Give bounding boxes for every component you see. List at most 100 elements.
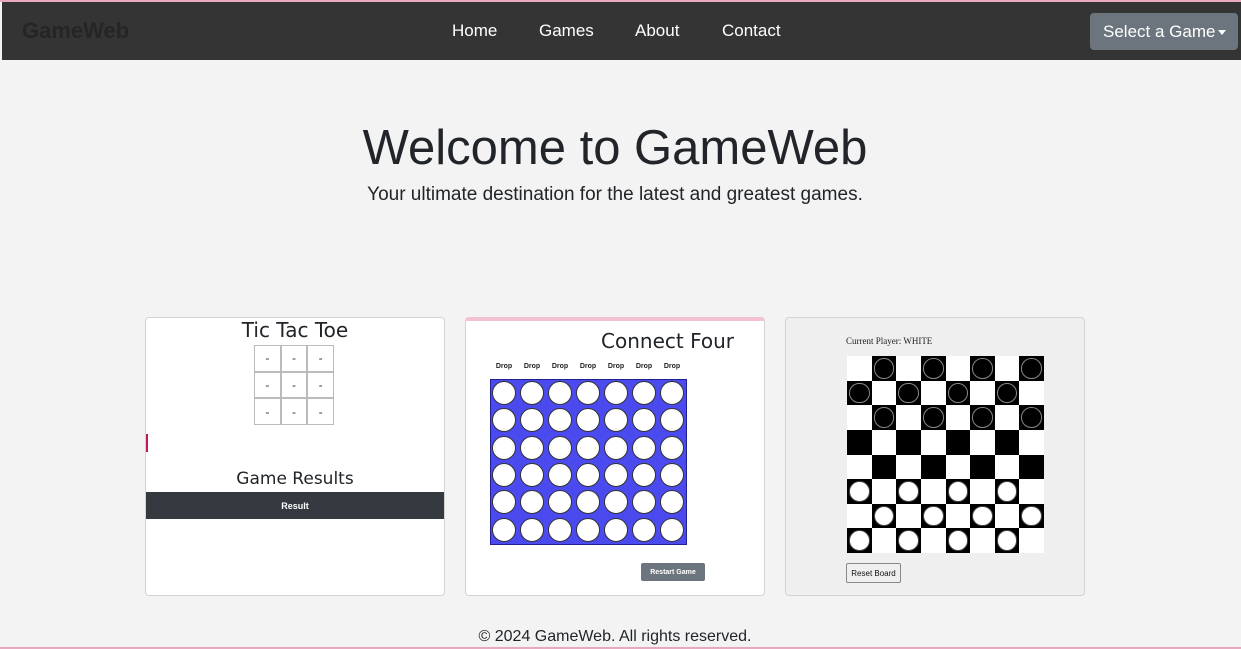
- drop-button[interactable]: Drop: [574, 363, 602, 370]
- connect-four-slot[interactable]: [576, 408, 600, 433]
- connect-four-slot[interactable]: [548, 408, 572, 433]
- checkers-square[interactable]: [970, 405, 995, 430]
- tictactoe-cell[interactable]: -: [307, 398, 334, 425]
- tictactoe-cell[interactable]: -: [307, 371, 334, 399]
- black-piece[interactable]: [972, 407, 993, 428]
- connect-four-slot[interactable]: [660, 435, 684, 460]
- tictactoe-cell[interactable]: -: [307, 345, 334, 372]
- connect-four-slot[interactable]: [548, 435, 572, 460]
- checkers-square[interactable]: [994, 380, 1020, 406]
- checkers-square[interactable]: [920, 380, 946, 406]
- connect-four-slot[interactable]: [632, 490, 656, 515]
- checkers-square[interactable]: [896, 429, 921, 455]
- black-piece[interactable]: [922, 358, 944, 379]
- checkers-square[interactable]: [1019, 380, 1044, 406]
- black-piece[interactable]: [996, 382, 1018, 404]
- black-piece[interactable]: [1021, 358, 1042, 379]
- checkers-square[interactable]: [945, 528, 971, 553]
- white-piece[interactable]: [947, 481, 969, 502]
- connect-four-slot[interactable]: [492, 435, 516, 460]
- white-piece[interactable]: [1021, 505, 1042, 527]
- black-piece[interactable]: [873, 358, 895, 379]
- checkers-square[interactable]: [994, 503, 1020, 529]
- checkers-square[interactable]: [945, 356, 971, 381]
- checkers-square[interactable]: [1019, 479, 1044, 504]
- connect-four-slot[interactable]: [660, 490, 684, 515]
- checkers-square[interactable]: [871, 356, 897, 381]
- checkers-square[interactable]: [970, 503, 995, 529]
- checkers-square[interactable]: [970, 429, 995, 455]
- checkers-square[interactable]: [920, 356, 946, 381]
- tictactoe-cell[interactable]: -: [280, 398, 308, 425]
- connect-four-slot[interactable]: [520, 490, 544, 515]
- checkers-square[interactable]: [871, 405, 897, 430]
- connect-four-slot[interactable]: [632, 435, 656, 460]
- tictactoe-cell[interactable]: -: [254, 371, 281, 399]
- checkers-square[interactable]: [847, 405, 872, 430]
- nav-link-about[interactable]: About: [635, 21, 679, 41]
- connect-four-slot[interactable]: [632, 408, 656, 433]
- checkers-square[interactable]: [920, 503, 946, 529]
- checkers-square[interactable]: [1019, 454, 1044, 480]
- connect-four-slot[interactable]: [548, 381, 572, 405]
- checkers-square[interactable]: [847, 528, 872, 553]
- white-piece[interactable]: [996, 530, 1018, 551]
- tictactoe-cell[interactable]: -: [280, 345, 308, 372]
- connect-four-slot[interactable]: [492, 517, 516, 542]
- connect-four-slot[interactable]: [660, 517, 684, 542]
- white-piece[interactable]: [947, 530, 969, 551]
- checkers-square[interactable]: [945, 479, 971, 504]
- connect-four-slot[interactable]: [576, 381, 600, 405]
- connect-four-slot[interactable]: [520, 435, 544, 460]
- checkers-square[interactable]: [847, 380, 872, 406]
- white-piece[interactable]: [898, 530, 919, 551]
- connect-four-slot[interactable]: [604, 490, 628, 515]
- connect-four-slot[interactable]: [548, 462, 572, 487]
- connect-four-slot[interactable]: [632, 462, 656, 487]
- checkers-square[interactable]: [847, 454, 872, 480]
- checkers-square[interactable]: [871, 479, 897, 504]
- checkers-square[interactable]: [994, 528, 1020, 553]
- drop-button[interactable]: Drop: [602, 363, 630, 370]
- checkers-square[interactable]: [847, 429, 872, 455]
- checkers-square[interactable]: [871, 429, 897, 455]
- checkers-square[interactable]: [920, 528, 946, 553]
- connect-four-slot[interactable]: [660, 381, 684, 405]
- connect-four-slot[interactable]: [660, 462, 684, 487]
- white-piece[interactable]: [849, 530, 870, 551]
- tictactoe-cell[interactable]: -: [254, 398, 281, 425]
- checkers-square[interactable]: [896, 528, 921, 553]
- connect-four-slot[interactable]: [492, 490, 516, 515]
- checkers-square[interactable]: [896, 380, 921, 406]
- connect-four-slot[interactable]: [604, 381, 628, 405]
- black-piece[interactable]: [1021, 407, 1042, 428]
- white-piece[interactable]: [996, 481, 1018, 502]
- checkers-square[interactable]: [896, 405, 921, 430]
- checkers-square[interactable]: [1019, 356, 1044, 381]
- tictactoe-cell[interactable]: -: [254, 345, 281, 372]
- checkers-square[interactable]: [871, 503, 897, 529]
- connect-four-slot[interactable]: [492, 408, 516, 433]
- checkers-square[interactable]: [1019, 528, 1044, 553]
- checkers-square[interactable]: [994, 454, 1020, 480]
- checkers-square[interactable]: [847, 479, 872, 504]
- checkers-square[interactable]: [896, 503, 921, 529]
- connect-four-slot[interactable]: [632, 381, 656, 405]
- checkers-square[interactable]: [847, 503, 872, 529]
- black-piece[interactable]: [873, 407, 895, 428]
- checkers-square[interactable]: [945, 380, 971, 406]
- connect-four-slot[interactable]: [576, 462, 600, 487]
- connect-four-slot[interactable]: [492, 462, 516, 487]
- nav-link-contact[interactable]: Contact: [722, 21, 781, 41]
- restart-game-button[interactable]: Restart Game: [641, 563, 705, 581]
- checkers-square[interactable]: [871, 380, 897, 406]
- white-piece[interactable]: [972, 505, 993, 527]
- connect-four-slot[interactable]: [520, 381, 544, 405]
- white-piece[interactable]: [922, 505, 944, 527]
- checkers-square[interactable]: [920, 405, 946, 430]
- connect-four-slot[interactable]: [520, 408, 544, 433]
- checkers-square[interactable]: [994, 356, 1020, 381]
- connect-four-slot[interactable]: [576, 517, 600, 542]
- checkers-square[interactable]: [945, 503, 971, 529]
- connect-four-slot[interactable]: [576, 490, 600, 515]
